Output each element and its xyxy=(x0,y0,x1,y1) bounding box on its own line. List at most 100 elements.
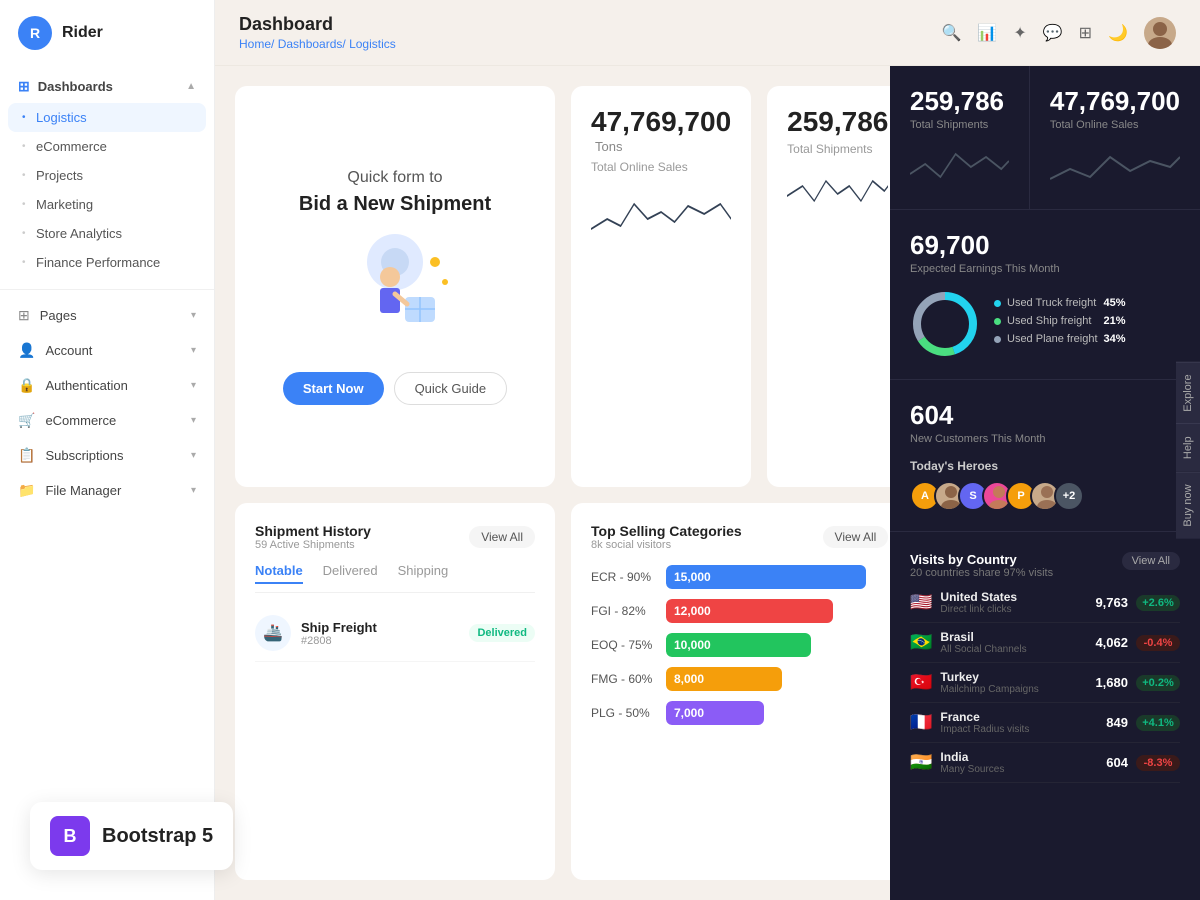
chevron-down-icon: ▾ xyxy=(191,310,196,321)
stats-area: 47,769,700 Tons Total Online Sales 259,7… xyxy=(571,86,890,487)
chevron-down-icon: ▾ xyxy=(191,450,196,461)
hero-avatar-extra: +2 xyxy=(1054,481,1084,511)
dashboards-header[interactable]: ⊞ Dashboards ▲ xyxy=(0,70,214,103)
ship-freight-icon: 🚢 xyxy=(255,615,291,651)
donut-chart xyxy=(910,289,980,359)
legend-ship: Used Ship freight 21% xyxy=(994,315,1126,327)
total-sales-number: 47,769,700 Tons xyxy=(591,106,731,156)
sidebar-item-logistics[interactable]: Logistics xyxy=(8,103,206,132)
total-shipments-label: Total Shipments xyxy=(787,142,888,156)
tab-notable[interactable]: Notable xyxy=(255,563,303,584)
side-tabs: Explore Help Buy now xyxy=(1176,361,1200,538)
flag-fr: 🇫🇷 xyxy=(910,712,932,733)
shipment-history-header: Shipment History 59 Active Shipments Vie… xyxy=(255,523,535,551)
country-row-in: 🇮🇳 India Many Sources 604 -8.3% xyxy=(910,743,1180,783)
country-row-br: 🇧🇷 Brasil All Social Channels 4,062 -0.4… xyxy=(910,623,1180,663)
visits-view-all-button[interactable]: View All xyxy=(1122,552,1180,570)
top-selling-view-all-button[interactable]: View All xyxy=(823,526,889,548)
bar-plg: 7,000 xyxy=(666,701,764,725)
bar-fmg: 8,000 xyxy=(666,667,782,691)
earnings-label: Expected Earnings This Month xyxy=(910,263,1180,275)
sidebar-item-marketing[interactable]: Marketing xyxy=(0,190,214,219)
quick-guide-button[interactable]: Quick Guide xyxy=(394,372,508,405)
dashboards-label: Dashboards xyxy=(38,79,113,94)
country-row-tr: 🇹🇷 Turkey Mailchimp Campaigns 1,680 +0.2… xyxy=(910,663,1180,703)
dark-stats: 259,786 Total Shipments 47,769,700 Total… xyxy=(890,66,1200,210)
shipment-view-all-button[interactable]: View All xyxy=(469,526,535,548)
country-info-tr: Turkey Mailchimp Campaigns xyxy=(940,670,1080,695)
cat-label-fgi: FGI - 82% xyxy=(591,604,656,618)
dark-sales-chart xyxy=(1050,139,1180,189)
grid-icon[interactable]: ⊞ xyxy=(1079,23,1092,43)
cat-bar-ecr: 15,000 xyxy=(666,565,888,589)
cat-bar-eoq: 10,000 xyxy=(666,633,888,657)
chevron-down-icon: ▾ xyxy=(191,380,196,391)
dark-shipments-number: 259,786 xyxy=(910,86,1009,117)
shipment-row: 🚢 Ship Freight #2808 Delivered xyxy=(255,605,535,662)
side-tab-buy-now[interactable]: Buy now xyxy=(1176,471,1200,538)
top-selling-header: Top Selling Categories 8k social visitor… xyxy=(591,523,888,551)
cat-bar-fgi: 12,000 xyxy=(666,599,888,623)
dark-total-sales: 47,769,700 Total Online Sales xyxy=(1030,66,1200,209)
dark-sales-label: Total Online Sales xyxy=(1050,119,1180,131)
country-info-us: United States Direct link clicks xyxy=(940,590,1080,615)
sidebar-item-projects[interactable]: Projects xyxy=(0,161,214,190)
cat-label-eoq: EOQ - 75% xyxy=(591,638,656,652)
hero-title: Quick form to xyxy=(347,169,442,187)
category-row-eoq: EOQ - 75% 10,000 xyxy=(591,633,888,657)
change-fr: +4.1% xyxy=(1136,715,1180,731)
settings-icon[interactable]: ✦ xyxy=(1013,23,1026,43)
side-tab-explore[interactable]: Explore xyxy=(1176,361,1200,423)
shipment-history-title: Shipment History xyxy=(255,523,371,539)
start-now-button[interactable]: Start Now xyxy=(283,372,384,405)
dark-total-shipments: 259,786 Total Shipments xyxy=(890,66,1030,209)
flag-tr: 🇹🇷 xyxy=(910,672,932,693)
bootstrap-text: Bootstrap 5 xyxy=(102,825,213,848)
theme-icon[interactable]: 🌙 xyxy=(1108,23,1128,43)
visits-subtitle: 20 countries share 97% visits xyxy=(910,567,1053,579)
sidebar: R Rider ⊞ Dashboards ▲ Logistics eCommer… xyxy=(0,0,215,900)
chart-icon[interactable]: 📊 xyxy=(977,23,997,43)
visits-section: Visits by Country 20 countries share 97%… xyxy=(890,532,1200,803)
search-icon[interactable]: 🔍 xyxy=(942,23,962,43)
messages-icon[interactable]: 💬 xyxy=(1043,23,1063,43)
sidebar-divider xyxy=(0,289,214,290)
sidebar-item-ecommerce2[interactable]: 🛒 eCommerce ▾ xyxy=(0,403,214,438)
legend-plane: Used Plane freight 34% xyxy=(994,333,1126,345)
top-selling-subtitle: 8k social visitors xyxy=(591,539,742,551)
page-header: Dashboard Home/ Dashboards/ Logistics 🔍 … xyxy=(215,0,1200,66)
total-sales-card: 47,769,700 Tons Total Online Sales xyxy=(571,86,751,487)
center-content: Quick form to Bid a New Shipment xyxy=(215,66,890,900)
change-in: -8.3% xyxy=(1136,755,1180,771)
logo[interactable]: R Rider xyxy=(0,16,214,70)
avatar[interactable] xyxy=(1144,17,1176,49)
ecommerce-icon: 🛒 xyxy=(18,412,35,429)
hero-buttons: Start Now Quick Guide xyxy=(283,372,507,405)
cat-label-plg: PLG - 50% xyxy=(591,706,656,720)
sidebar-item-subscriptions[interactable]: 📋 Subscriptions ▾ xyxy=(0,438,214,473)
bootstrap-badge: B Bootstrap 5 xyxy=(30,802,233,870)
sidebar-item-pages[interactable]: ⊞ Pages ▾ xyxy=(0,298,214,333)
tab-shipping[interactable]: Shipping xyxy=(398,563,449,584)
right-panel: 259,786 Total Shipments 47,769,700 Total… xyxy=(890,66,1200,900)
dashboards-icon: ⊞ xyxy=(18,78,30,95)
chevron-down-icon: ▾ xyxy=(191,415,196,426)
content-area: Quick form to Bid a New Shipment xyxy=(215,66,1200,900)
tab-delivered[interactable]: Delivered xyxy=(323,563,378,584)
country-info-fr: France Impact Radius visits xyxy=(940,710,1080,735)
truck-dot xyxy=(994,300,1001,307)
hero-card: Quick form to Bid a New Shipment xyxy=(235,86,555,487)
side-tab-help[interactable]: Help xyxy=(1176,424,1200,472)
legend-truck: Used Truck freight 45% xyxy=(994,297,1126,309)
ship-info: Ship Freight #2808 xyxy=(301,620,459,647)
sidebar-item-finance-performance[interactable]: Finance Performance xyxy=(0,248,214,277)
sidebar-item-ecommerce[interactable]: eCommerce xyxy=(0,132,214,161)
sidebar-item-file-manager[interactable]: 📁 File Manager ▾ xyxy=(0,473,214,508)
sidebar-item-account[interactable]: 👤 Account ▾ xyxy=(0,333,214,368)
sidebar-item-authentication[interactable]: 🔒 Authentication ▾ xyxy=(0,368,214,403)
flag-us: 🇺🇸 xyxy=(910,592,932,613)
visits-title: Visits by Country xyxy=(910,552,1053,567)
page-title: Dashboard xyxy=(239,14,396,35)
sidebar-item-store-analytics[interactable]: Store Analytics xyxy=(0,219,214,248)
main-area: Dashboard Home/ Dashboards/ Logistics 🔍 … xyxy=(215,0,1200,900)
